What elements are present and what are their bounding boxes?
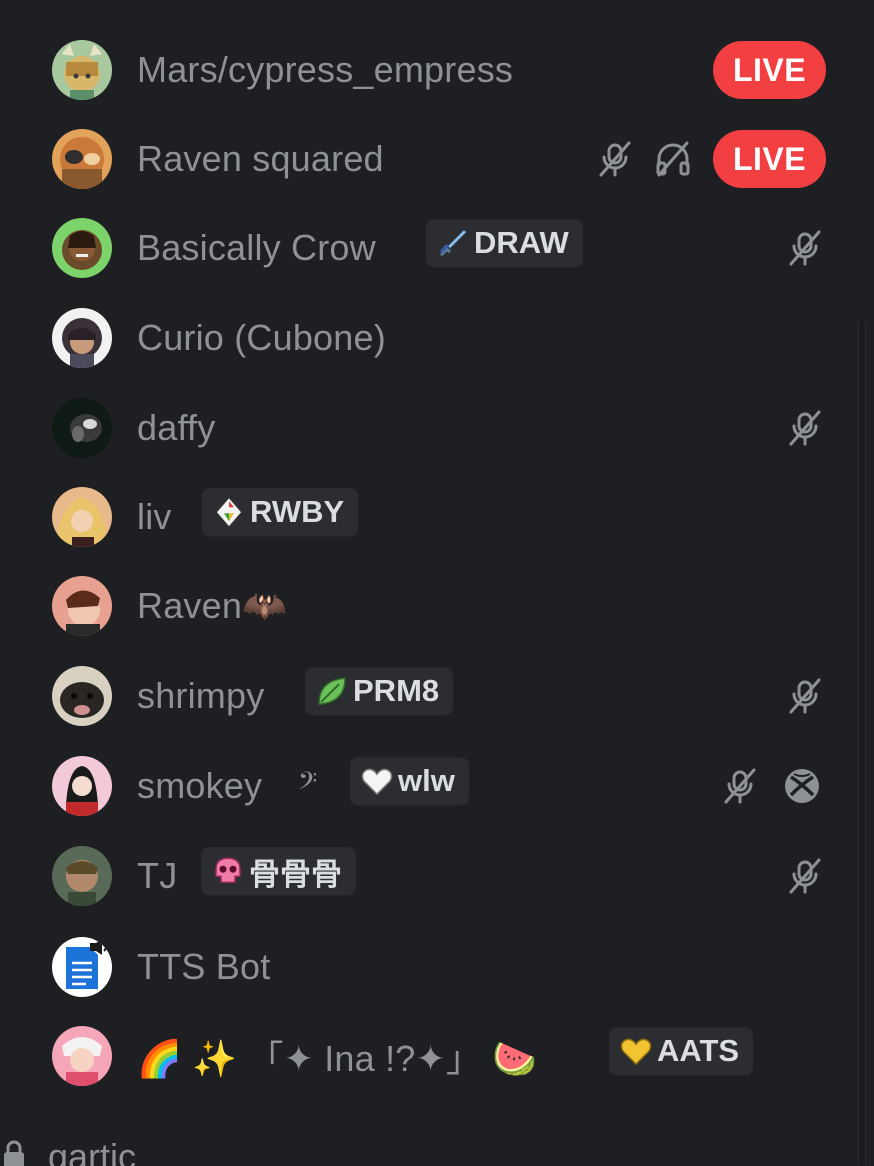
- muted-mic-icon: [785, 856, 825, 896]
- role-tag[interactable]: PRM8: [305, 667, 454, 716]
- muted-mic-icon: [720, 766, 760, 806]
- avatar: [52, 846, 112, 906]
- avatar: [52, 398, 112, 458]
- member-row[interactable]: liv RWBY: [40, 477, 840, 557]
- member-name: liv: [137, 496, 172, 537]
- role-tag[interactable]: wlw: [350, 757, 469, 806]
- voice-member-list: Mars/cypress_empress LIVE Raven squared …: [0, 0, 874, 1166]
- pink-skull-icon: [211, 854, 245, 888]
- tag-label: 骨骨骨: [249, 856, 342, 892]
- role-tag[interactable]: RWBY: [202, 488, 359, 537]
- tag-label: DRAW: [474, 225, 569, 261]
- member-row[interactable]: 🌈 ✨ 「✦ Ina !?✦」 🍉 AATS: [40, 1016, 840, 1096]
- tag-label: PRM8: [353, 673, 440, 709]
- role-tag[interactable]: DRAW: [426, 219, 583, 268]
- member-row[interactable]: Raven🦇: [40, 566, 840, 646]
- muted-mic-icon: [785, 408, 825, 448]
- member-row[interactable]: Mars/cypress_empress LIVE: [40, 30, 840, 110]
- live-badge[interactable]: LIVE: [713, 41, 826, 99]
- leaf-icon: [315, 674, 349, 708]
- gold-heart-icon: [619, 1034, 653, 1068]
- muted-mic-icon: [785, 676, 825, 716]
- member-row[interactable]: shrimpy PRM8: [40, 656, 840, 736]
- member-name: daffy: [137, 407, 216, 448]
- tag-label: RWBY: [250, 494, 345, 530]
- member-name: TJ: [137, 855, 178, 896]
- member-name: Curio (Cubone): [137, 317, 386, 358]
- deafened-headphones-icon: [653, 139, 693, 179]
- avatar: [52, 129, 112, 189]
- white-heart-icon: [360, 764, 394, 798]
- tag-label: wlw: [398, 763, 455, 799]
- avatar: [52, 487, 112, 547]
- member-name: TTS Bot: [137, 946, 271, 987]
- bass-clef-icon: 𝄢: [298, 766, 318, 802]
- live-badge[interactable]: LIVE: [713, 130, 826, 188]
- channel-name: gartic: [48, 1136, 137, 1166]
- member-name: Raven squared: [137, 138, 384, 179]
- member-row[interactable]: Basically Crow DRAW: [40, 208, 840, 288]
- member-row[interactable]: daffy: [40, 388, 840, 468]
- member-name: smokey: [137, 765, 263, 806]
- tag-label: AATS: [657, 1033, 740, 1069]
- member-row[interactable]: Raven squared LIVE: [40, 119, 840, 199]
- lock-icon: [2, 1140, 26, 1166]
- avatar: [52, 40, 112, 100]
- avatar: [52, 576, 112, 636]
- crystal-icon: [212, 495, 246, 529]
- muted-mic-icon: [595, 139, 635, 179]
- member-row[interactable]: TTS Bot: [40, 927, 840, 1007]
- member-row[interactable]: smokey 𝄢 wlw: [40, 746, 840, 826]
- member-name: Raven🦇: [137, 585, 288, 626]
- xbox-icon: [782, 766, 822, 806]
- avatar: [52, 1026, 112, 1086]
- avatar: [52, 308, 112, 368]
- role-tag[interactable]: AATS: [609, 1027, 754, 1076]
- member-name: Basically Crow: [137, 227, 376, 268]
- avatar: [52, 218, 112, 278]
- member-row[interactable]: TJ 骨骨骨: [40, 836, 840, 916]
- member-row[interactable]: Curio (Cubone): [40, 298, 840, 378]
- member-name: 🌈 ✨ 「✦ Ina !?✦」 🍉: [137, 1038, 538, 1079]
- avatar: [52, 937, 112, 997]
- role-tag[interactable]: 骨骨骨: [201, 847, 356, 896]
- member-name: Mars/cypress_empress: [137, 49, 514, 90]
- sword-icon: [436, 226, 470, 260]
- member-name: shrimpy: [137, 675, 265, 716]
- avatar: [52, 756, 112, 816]
- scrollbar-thumb[interactable]: [859, 320, 865, 1166]
- muted-mic-icon: [785, 228, 825, 268]
- avatar: [52, 666, 112, 726]
